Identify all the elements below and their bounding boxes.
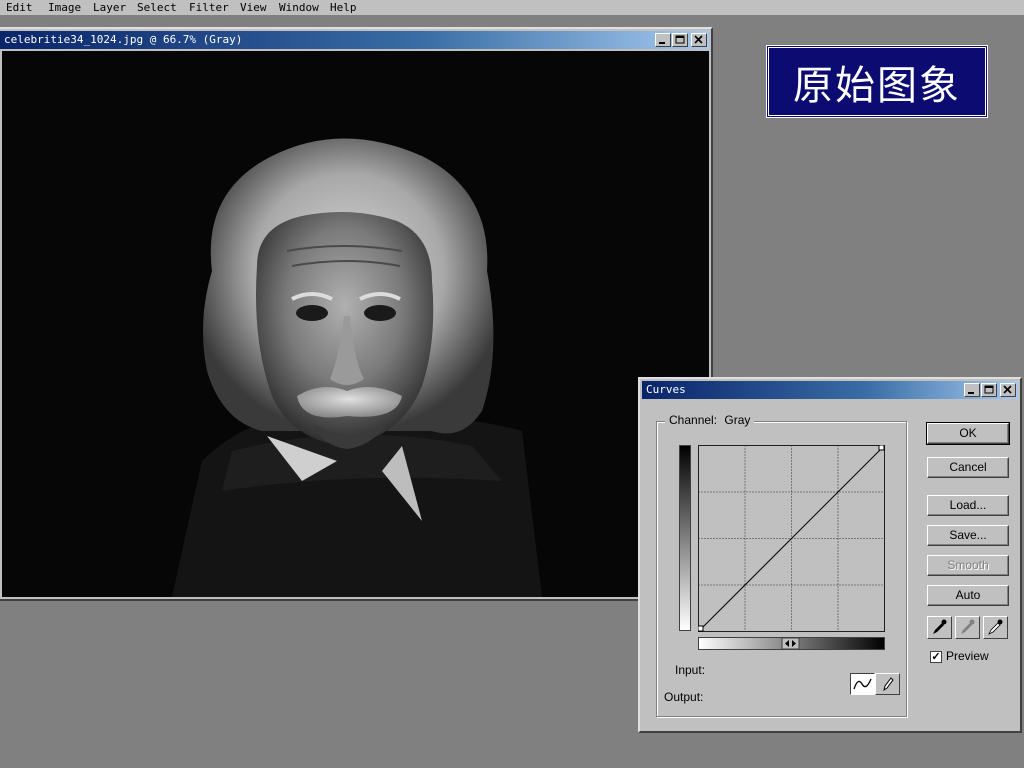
portrait-photo [2, 51, 709, 597]
ok-button[interactable]: OK [926, 422, 1010, 445]
curves-window-controls [963, 383, 1016, 397]
black-eyedropper-icon [933, 619, 947, 634]
curves-minimize-button[interactable] [964, 383, 980, 397]
close-icon [694, 35, 703, 44]
curves-title: Curves [646, 383, 686, 396]
minimize-icon [659, 42, 665, 44]
curves-close-button[interactable] [1000, 383, 1016, 397]
white-eyedropper-icon [988, 619, 1003, 635]
menu-view[interactable]: View [240, 0, 267, 15]
curve-point-end[interactable] [878, 445, 885, 451]
caption-label: 原始图象 [766, 45, 988, 118]
curves-dialog: Curves Channel: Gray Input: Output: OK C… [638, 377, 1022, 733]
maximize-icon [984, 385, 994, 394]
output-label: Output: [664, 690, 704, 704]
curves-maximize-button[interactable] [981, 383, 997, 397]
image-window-title: celebritie34_1024.jpg @ 66.7% (Gray) [4, 33, 243, 46]
curve-mode-buttons [850, 673, 900, 695]
black-eyedropper-button[interactable] [927, 616, 952, 639]
maximize-icon [675, 35, 685, 44]
menu-bar: Edit Image Layer Select Filter View Wind… [0, 0, 1024, 16]
menu-layer[interactable]: Layer [93, 0, 126, 15]
channel-value: Gray [724, 413, 751, 427]
window-controls [654, 33, 707, 47]
load-button[interactable]: Load... [927, 495, 1009, 516]
auto-button[interactable]: Auto [927, 585, 1009, 606]
pencil-mode-button[interactable] [875, 673, 900, 695]
menu-help[interactable]: Help [330, 0, 357, 15]
pencil-icon [883, 677, 894, 692]
image-canvas[interactable] [2, 51, 709, 597]
curve-tool-icon [853, 678, 872, 690]
caption-text: 原始图象 [793, 62, 961, 109]
channel-label: Channel: [669, 413, 718, 427]
preview-label[interactable]: Preview [946, 649, 989, 663]
close-icon [1003, 385, 1012, 394]
output-gradient-bar [679, 445, 691, 631]
save-button[interactable]: Save... [927, 525, 1009, 546]
image-window-titlebar[interactable]: celebritie34_1024.jpg @ 66.7% (Gray) [0, 31, 709, 49]
curve-point-start[interactable] [698, 625, 704, 632]
input-gradient-bar[interactable] [698, 637, 885, 650]
minimize-icon [968, 392, 974, 394]
cancel-button[interactable]: Cancel [927, 457, 1009, 478]
image-document-window: celebritie34_1024.jpg @ 66.7% (Gray) [0, 27, 713, 601]
curve-mode-button[interactable] [850, 673, 875, 695]
menu-select[interactable]: Select [137, 0, 177, 15]
curves-titlebar[interactable]: Curves [642, 381, 1018, 399]
menu-window[interactable]: Window [279, 0, 319, 15]
white-eyedropper-button[interactable] [983, 616, 1008, 639]
channel-selector[interactable]: Channel: Gray [665, 413, 755, 427]
gradient-toggle-icon[interactable] [781, 637, 800, 650]
close-button[interactable] [691, 33, 707, 47]
preview-checkbox[interactable]: ✓ [930, 651, 942, 663]
input-label: Input: [675, 663, 706, 677]
gray-eyedropper-icon [961, 619, 975, 634]
maximize-button[interactable] [672, 33, 688, 47]
menu-filter[interactable]: Filter [189, 0, 229, 15]
menu-image[interactable]: Image [48, 0, 81, 15]
gray-eyedropper-button[interactable] [955, 616, 980, 639]
curve-graph[interactable] [698, 445, 885, 632]
menu-edit[interactable]: Edit [6, 0, 33, 15]
minimize-button[interactable] [655, 33, 671, 47]
smooth-button[interactable]: Smooth [927, 555, 1009, 576]
